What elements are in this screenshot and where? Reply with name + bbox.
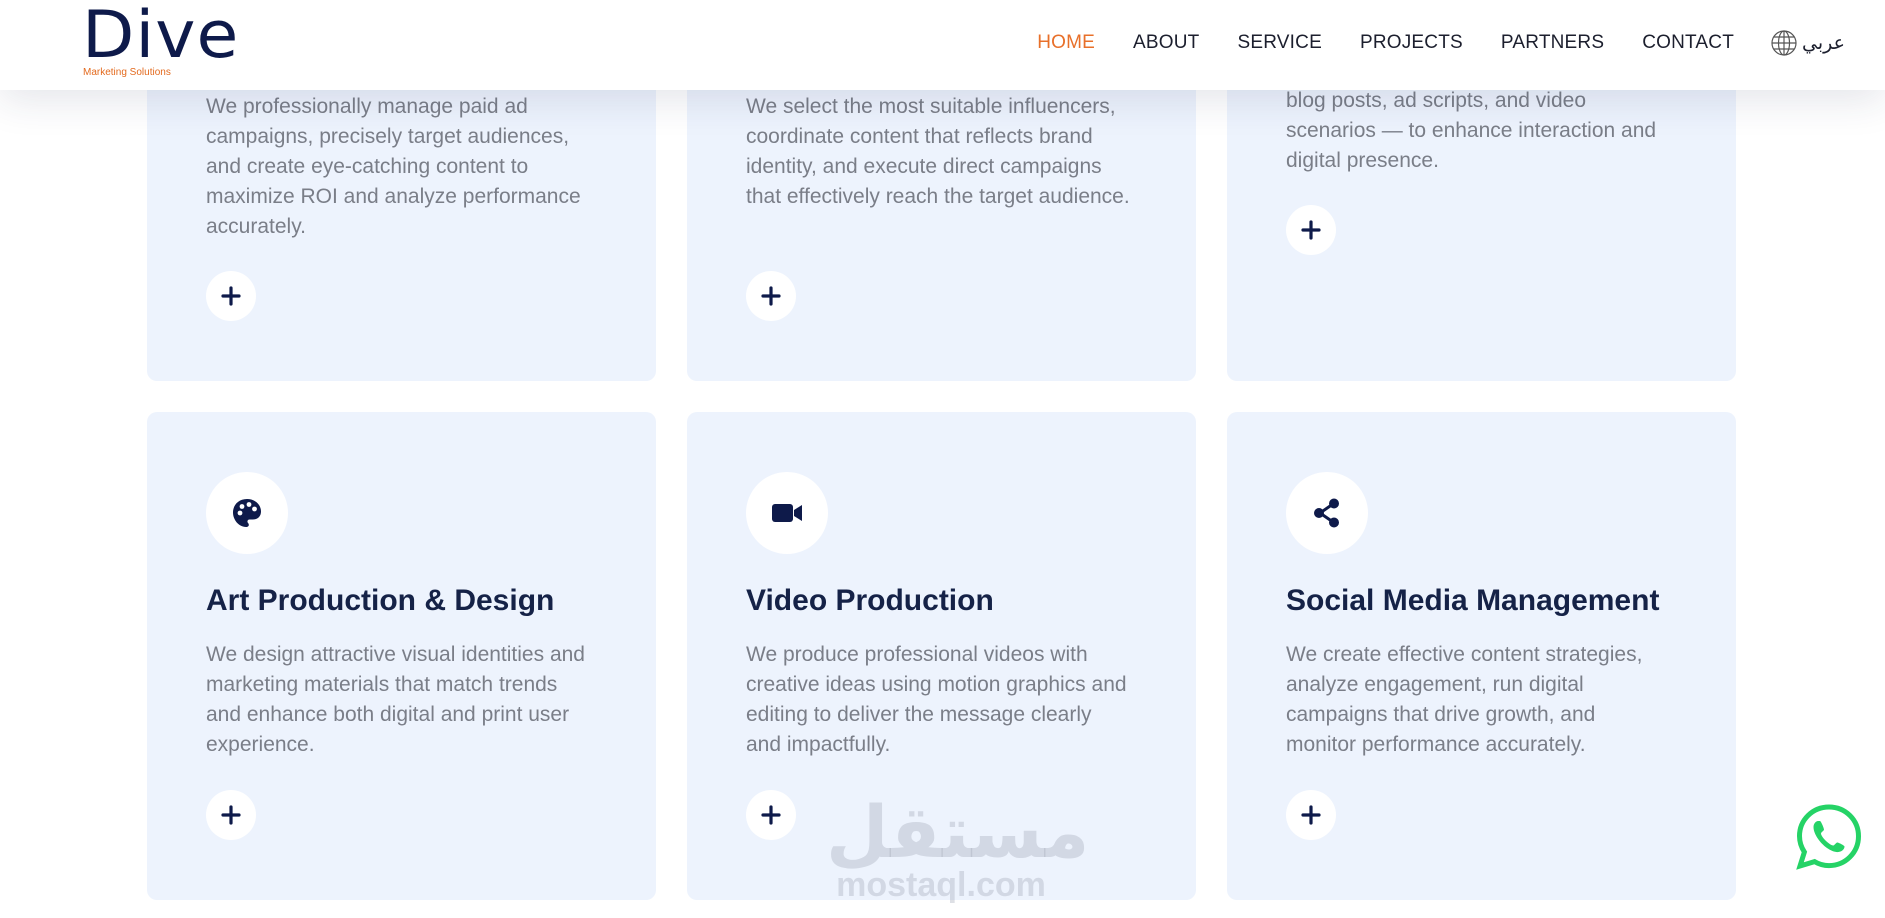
service-icon-badge bbox=[206, 472, 288, 554]
nav-home[interactable]: HOME bbox=[1037, 32, 1095, 54]
service-description: We design attractive visual identities a… bbox=[206, 643, 585, 756]
language-label: عربي bbox=[1802, 32, 1845, 54]
nav-contact[interactable]: CONTACT bbox=[1642, 32, 1734, 54]
nav-about[interactable]: ABOUT bbox=[1133, 32, 1199, 54]
service-title: Art Production & Design bbox=[206, 584, 555, 617]
service-title: Social Media Management bbox=[1286, 584, 1660, 617]
brand-tagline: Marketing Solutions bbox=[83, 67, 171, 78]
globe-icon bbox=[1771, 30, 1797, 56]
nav-projects[interactable]: PROJECTS bbox=[1360, 32, 1463, 54]
expand-button[interactable] bbox=[206, 271, 256, 321]
expand-button[interactable] bbox=[206, 790, 256, 840]
language-switcher[interactable]: عربي bbox=[1770, 29, 1845, 57]
plus-icon bbox=[761, 805, 781, 825]
service-card-video-production: Video Production We produce professional… bbox=[687, 412, 1196, 900]
expand-button[interactable] bbox=[746, 271, 796, 321]
expand-button[interactable] bbox=[746, 790, 796, 840]
share-icon bbox=[1314, 498, 1339, 528]
expand-button[interactable] bbox=[1286, 205, 1336, 255]
service-icon-badge bbox=[746, 472, 828, 554]
plus-icon bbox=[221, 286, 241, 306]
whatsapp-button[interactable] bbox=[1794, 802, 1864, 872]
service-description: We professionally manage paid ad campaig… bbox=[206, 95, 581, 238]
palette-icon bbox=[233, 499, 261, 527]
expand-button[interactable] bbox=[1286, 790, 1336, 840]
service-card-art-production: Art Production & Design We design attrac… bbox=[147, 412, 656, 900]
service-icon-badge bbox=[1286, 472, 1368, 554]
nav-partners[interactable]: PARTNERS bbox=[1501, 32, 1604, 54]
whatsapp-icon bbox=[1796, 804, 1862, 870]
plus-icon bbox=[761, 286, 781, 306]
main-nav: HOME ABOUT SERVICE PROJECTS PARTNERS CON… bbox=[999, 26, 1845, 60]
brand-logo[interactable]: Dive Marketing Solutions bbox=[82, 4, 262, 84]
service-description: We select the most suitable influencers,… bbox=[746, 95, 1130, 208]
plus-icon bbox=[1301, 220, 1321, 240]
service-card-social-media: Social Media Management We create effect… bbox=[1227, 412, 1736, 900]
video-camera-icon bbox=[772, 504, 802, 522]
site-header: Dive Marketing Solutions HOME ABOUT SERV… bbox=[0, 0, 1885, 90]
service-title: Video Production bbox=[746, 584, 994, 617]
nav-service[interactable]: SERVICE bbox=[1237, 32, 1321, 54]
service-description: We produce professional videos with crea… bbox=[746, 643, 1127, 756]
service-description: blog posts, ad scripts, and video scenar… bbox=[1286, 89, 1657, 172]
plus-icon bbox=[1301, 805, 1321, 825]
service-description: We create effective content strategies, … bbox=[1286, 643, 1643, 756]
brand-name: Dive bbox=[82, 0, 240, 74]
plus-icon bbox=[221, 805, 241, 825]
